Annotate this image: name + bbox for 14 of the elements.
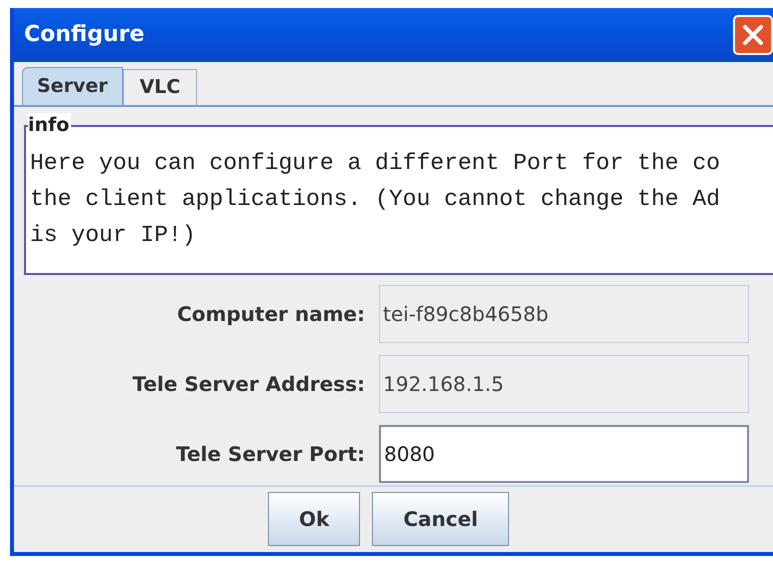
field-label: Tele Server Address: xyxy=(131,370,366,398)
close-icon xyxy=(742,24,764,46)
field-label: Computer name: xyxy=(176,300,366,328)
info-text-line: Here you can configure a different Port for the co xyxy=(30,148,722,178)
window-title: Configure xyxy=(24,21,144,50)
tab[interactable]: Server xyxy=(22,66,123,105)
close-button[interactable] xyxy=(733,14,773,55)
info-text-line: is your IP!) xyxy=(30,220,197,250)
info-text-line: the client applications. (You cannot change the Ad xyxy=(30,184,722,214)
dialog-button[interactable]: Cancel xyxy=(372,492,509,546)
tab[interactable]: VLC xyxy=(122,68,198,105)
text-field[interactable]: 8080 xyxy=(379,424,749,483)
dialog-button[interactable]: Ok xyxy=(268,492,360,546)
field-label: Tele Server Port: xyxy=(174,440,366,468)
